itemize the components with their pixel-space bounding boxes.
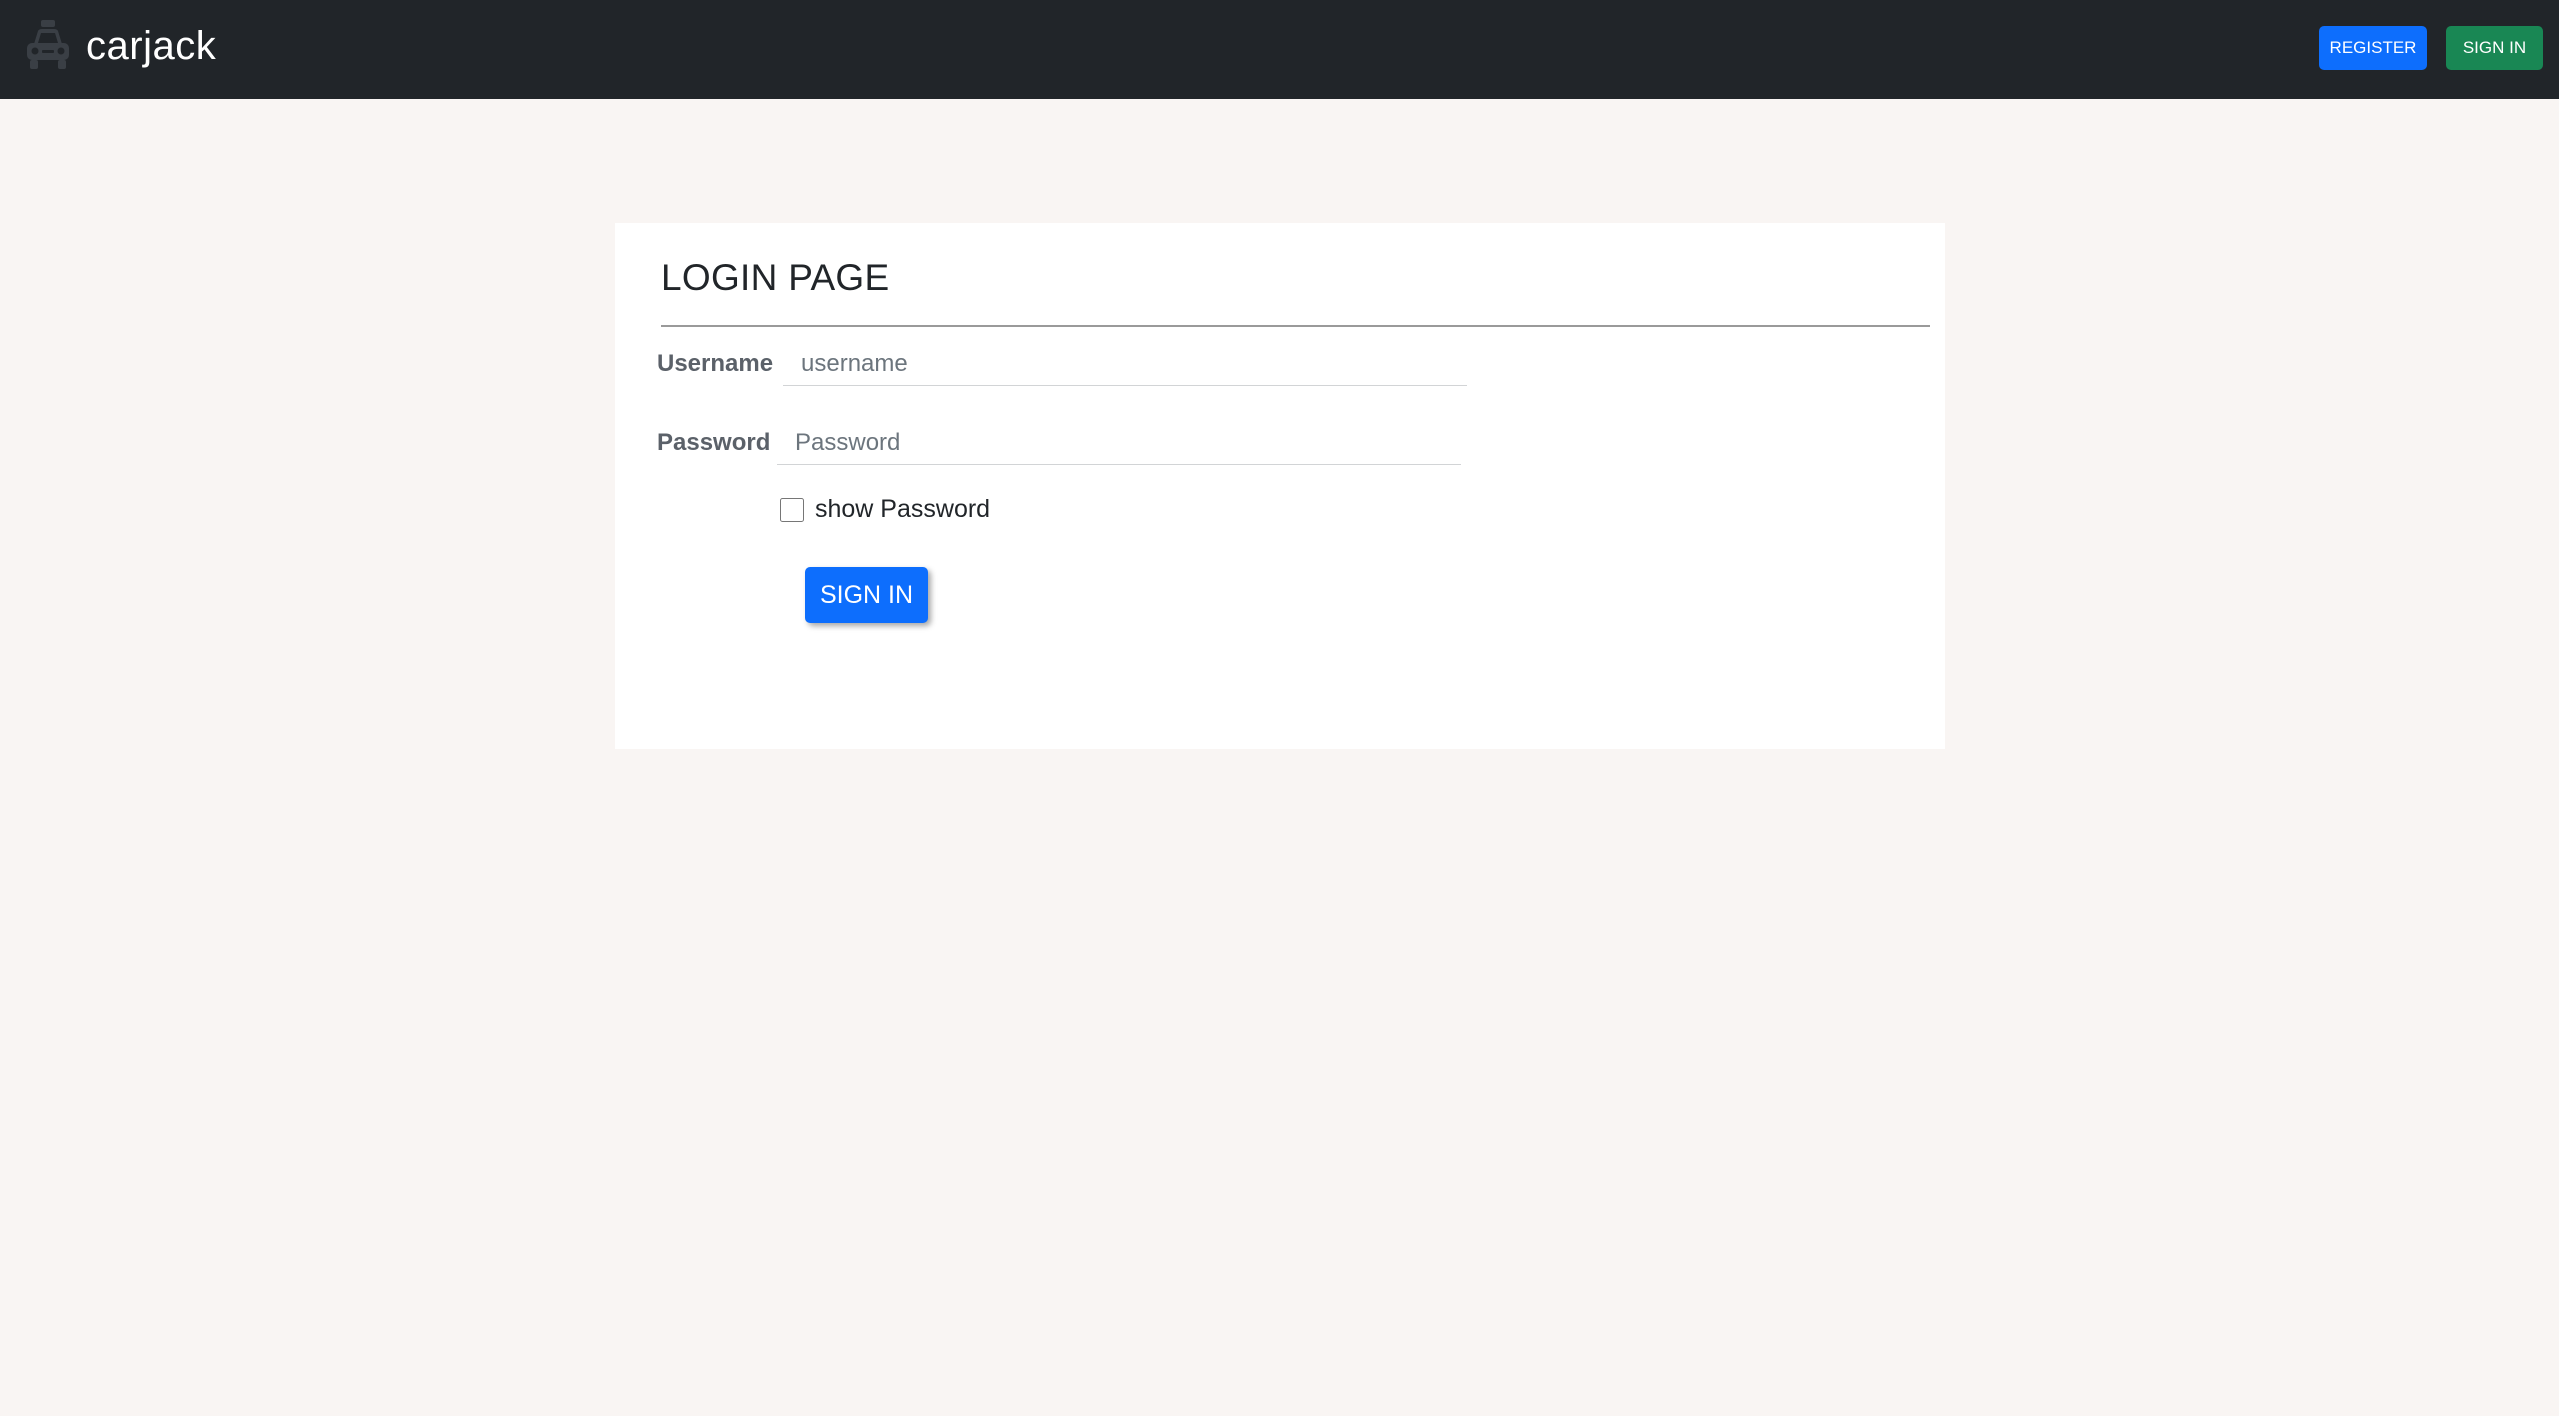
nav-sign-in-button[interactable]: SIGN IN <box>2446 26 2543 70</box>
page-title: LOGIN PAGE <box>661 257 890 298</box>
title-divider <box>661 325 1930 327</box>
taxi-car-icon <box>27 20 69 69</box>
password-label: Password <box>657 429 771 456</box>
show-password-label[interactable]: show Password <box>815 495 990 524</box>
brand-link[interactable]: carjack <box>24 16 216 76</box>
show-password-checkbox[interactable] <box>780 497 804 522</box>
register-button[interactable]: REGISTER <box>2319 26 2427 70</box>
username-label: Username <box>657 350 774 377</box>
username-input[interactable] <box>783 342 1467 386</box>
top-navbar: carjack REGISTER SIGN IN <box>0 0 2559 99</box>
show-password-row: show Password <box>780 495 990 524</box>
password-input[interactable] <box>777 421 1461 465</box>
sign-in-button[interactable]: SIGN IN <box>805 567 928 623</box>
login-card: LOGIN PAGE Username Password show Passwo… <box>615 223 1945 749</box>
brand-name: carjack <box>86 24 217 68</box>
